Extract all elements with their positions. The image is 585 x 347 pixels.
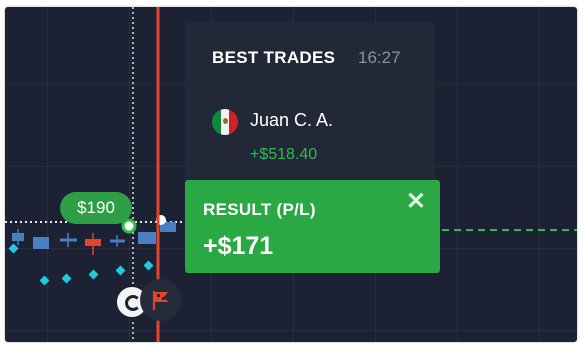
price-badge-label: $190 [77,198,115,217]
trader-name: Juan C. A. [250,110,334,130]
best-trades-time: 16:27 [358,48,401,67]
mexico-flag-icon [212,109,238,135]
trading-chart-window: BEST TRADES 16:27 Juan C. A. +$518.40 RE… [5,7,577,342]
price-badge: $190 [60,192,132,224]
close-icon[interactable]: ✕ [406,190,426,214]
best-trades-panel: BEST TRADES 16:27 Juan C. A. +$518.40 [185,22,435,197]
result-title: RESULT (P/L) [203,200,316,219]
best-trades-title: BEST TRADES [212,48,336,67]
result-panel: RESULT (P/L) +$171 ✕ [185,180,440,273]
trader-profit: +$518.40 [250,146,318,163]
candles [12,222,176,255]
result-value: +$171 [203,232,274,260]
indicator-markers [8,243,154,286]
entry-point-marker [121,218,137,234]
flag-icon[interactable] [140,279,182,321]
